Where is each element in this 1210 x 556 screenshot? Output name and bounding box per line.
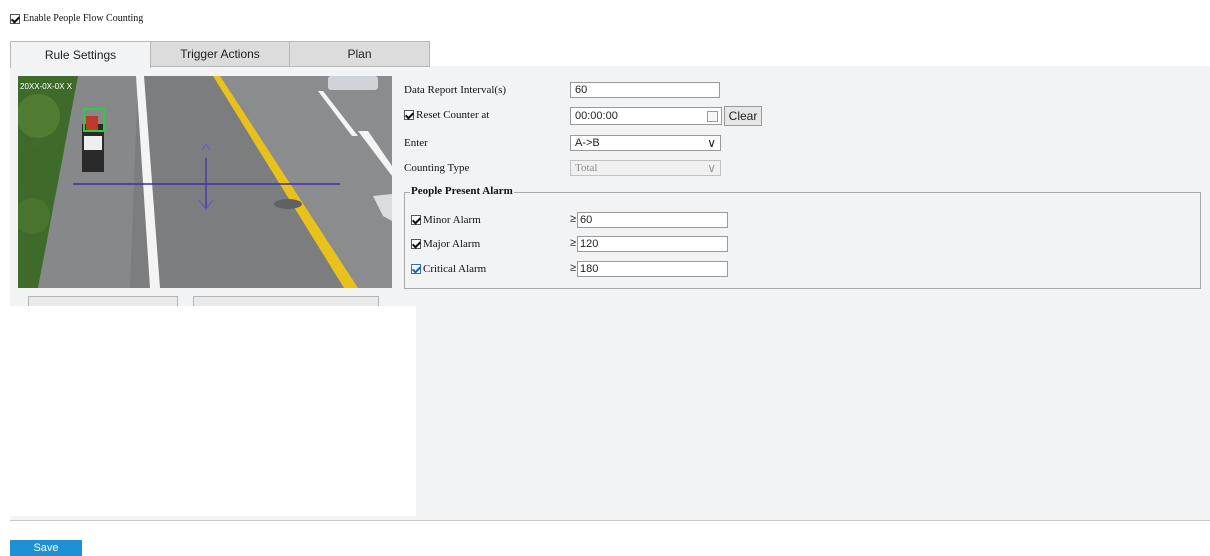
- people-present-alarm-title: People Present Alarm: [410, 185, 514, 197]
- enable-people-flow-checkbox[interactable]: [10, 13, 20, 24]
- blank-region: [10, 306, 416, 516]
- reset-counter-row: Reset Counter at: [404, 109, 489, 121]
- minor-alarm-input[interactable]: 60: [577, 212, 728, 228]
- enable-people-flow-row: Enable People Flow Counting: [10, 13, 143, 24]
- road-scene-image: [18, 76, 392, 288]
- reset-counter-time-value: 00:00:00: [575, 110, 618, 122]
- data-report-interval-label: Data Report Interval(s): [404, 84, 507, 96]
- chevron-down-icon: ∨: [707, 136, 716, 150]
- people-present-alarm-group: [404, 192, 1201, 289]
- major-alarm-label: Major Alarm: [423, 238, 481, 250]
- calendar-icon[interactable]: [707, 111, 718, 122]
- major-alarm-checkbox[interactable]: [411, 239, 421, 249]
- minor-alarm-row: Minor Alarm: [411, 214, 481, 226]
- chevron-down-icon: ∨: [707, 161, 716, 175]
- tab-trigger-actions[interactable]: Trigger Actions: [150, 41, 290, 67]
- tab-plan[interactable]: Plan: [289, 41, 430, 67]
- enable-people-flow-label: Enable People Flow Counting: [23, 13, 144, 24]
- minor-alarm-checkbox[interactable]: [411, 215, 421, 225]
- data-report-interval-input[interactable]: 60: [570, 82, 720, 98]
- major-alarm-ge-symbol: ≥: [570, 237, 577, 249]
- minor-alarm-ge-symbol: ≥: [570, 213, 577, 225]
- clear-button[interactable]: Clear: [724, 106, 762, 126]
- counting-type-label: Counting Type: [404, 162, 470, 174]
- tab-plan-label: Plan: [347, 47, 372, 61]
- critical-alarm-ge-symbol: ≥: [570, 262, 577, 274]
- counting-type-select[interactable]: Total ∨: [570, 160, 721, 176]
- reset-counter-checkbox[interactable]: [404, 110, 414, 120]
- reset-counter-time-input[interactable]: 00:00:00: [570, 107, 722, 125]
- reset-counter-label: Reset Counter at: [416, 109, 490, 121]
- video-overlay-text: 20XX-0X-0X X: [20, 82, 73, 91]
- major-alarm-input[interactable]: 120: [577, 236, 728, 252]
- enter-select-value: A->B: [575, 137, 600, 149]
- enter-select[interactable]: A->B ∨: [570, 135, 721, 151]
- enter-label: Enter: [404, 137, 428, 149]
- video-preview[interactable]: 20XX-0X-0X X: [18, 76, 392, 288]
- critical-alarm-label: Critical Alarm: [423, 263, 487, 275]
- tab-rule-settings[interactable]: Rule Settings: [10, 41, 151, 68]
- minor-alarm-label: Minor Alarm: [423, 214, 481, 226]
- critical-alarm-row: Critical Alarm: [411, 263, 486, 275]
- tab-trigger-actions-label: Trigger Actions: [180, 47, 260, 61]
- tab-rule-settings-label: Rule Settings: [44, 48, 117, 62]
- critical-alarm-checkbox[interactable]: [411, 264, 421, 274]
- major-alarm-row: Major Alarm: [411, 238, 480, 250]
- save-button[interactable]: Save: [10, 540, 82, 556]
- footer-divider: [10, 520, 1210, 521]
- critical-alarm-input[interactable]: 180: [577, 261, 728, 277]
- counting-type-select-value: Total: [575, 162, 598, 174]
